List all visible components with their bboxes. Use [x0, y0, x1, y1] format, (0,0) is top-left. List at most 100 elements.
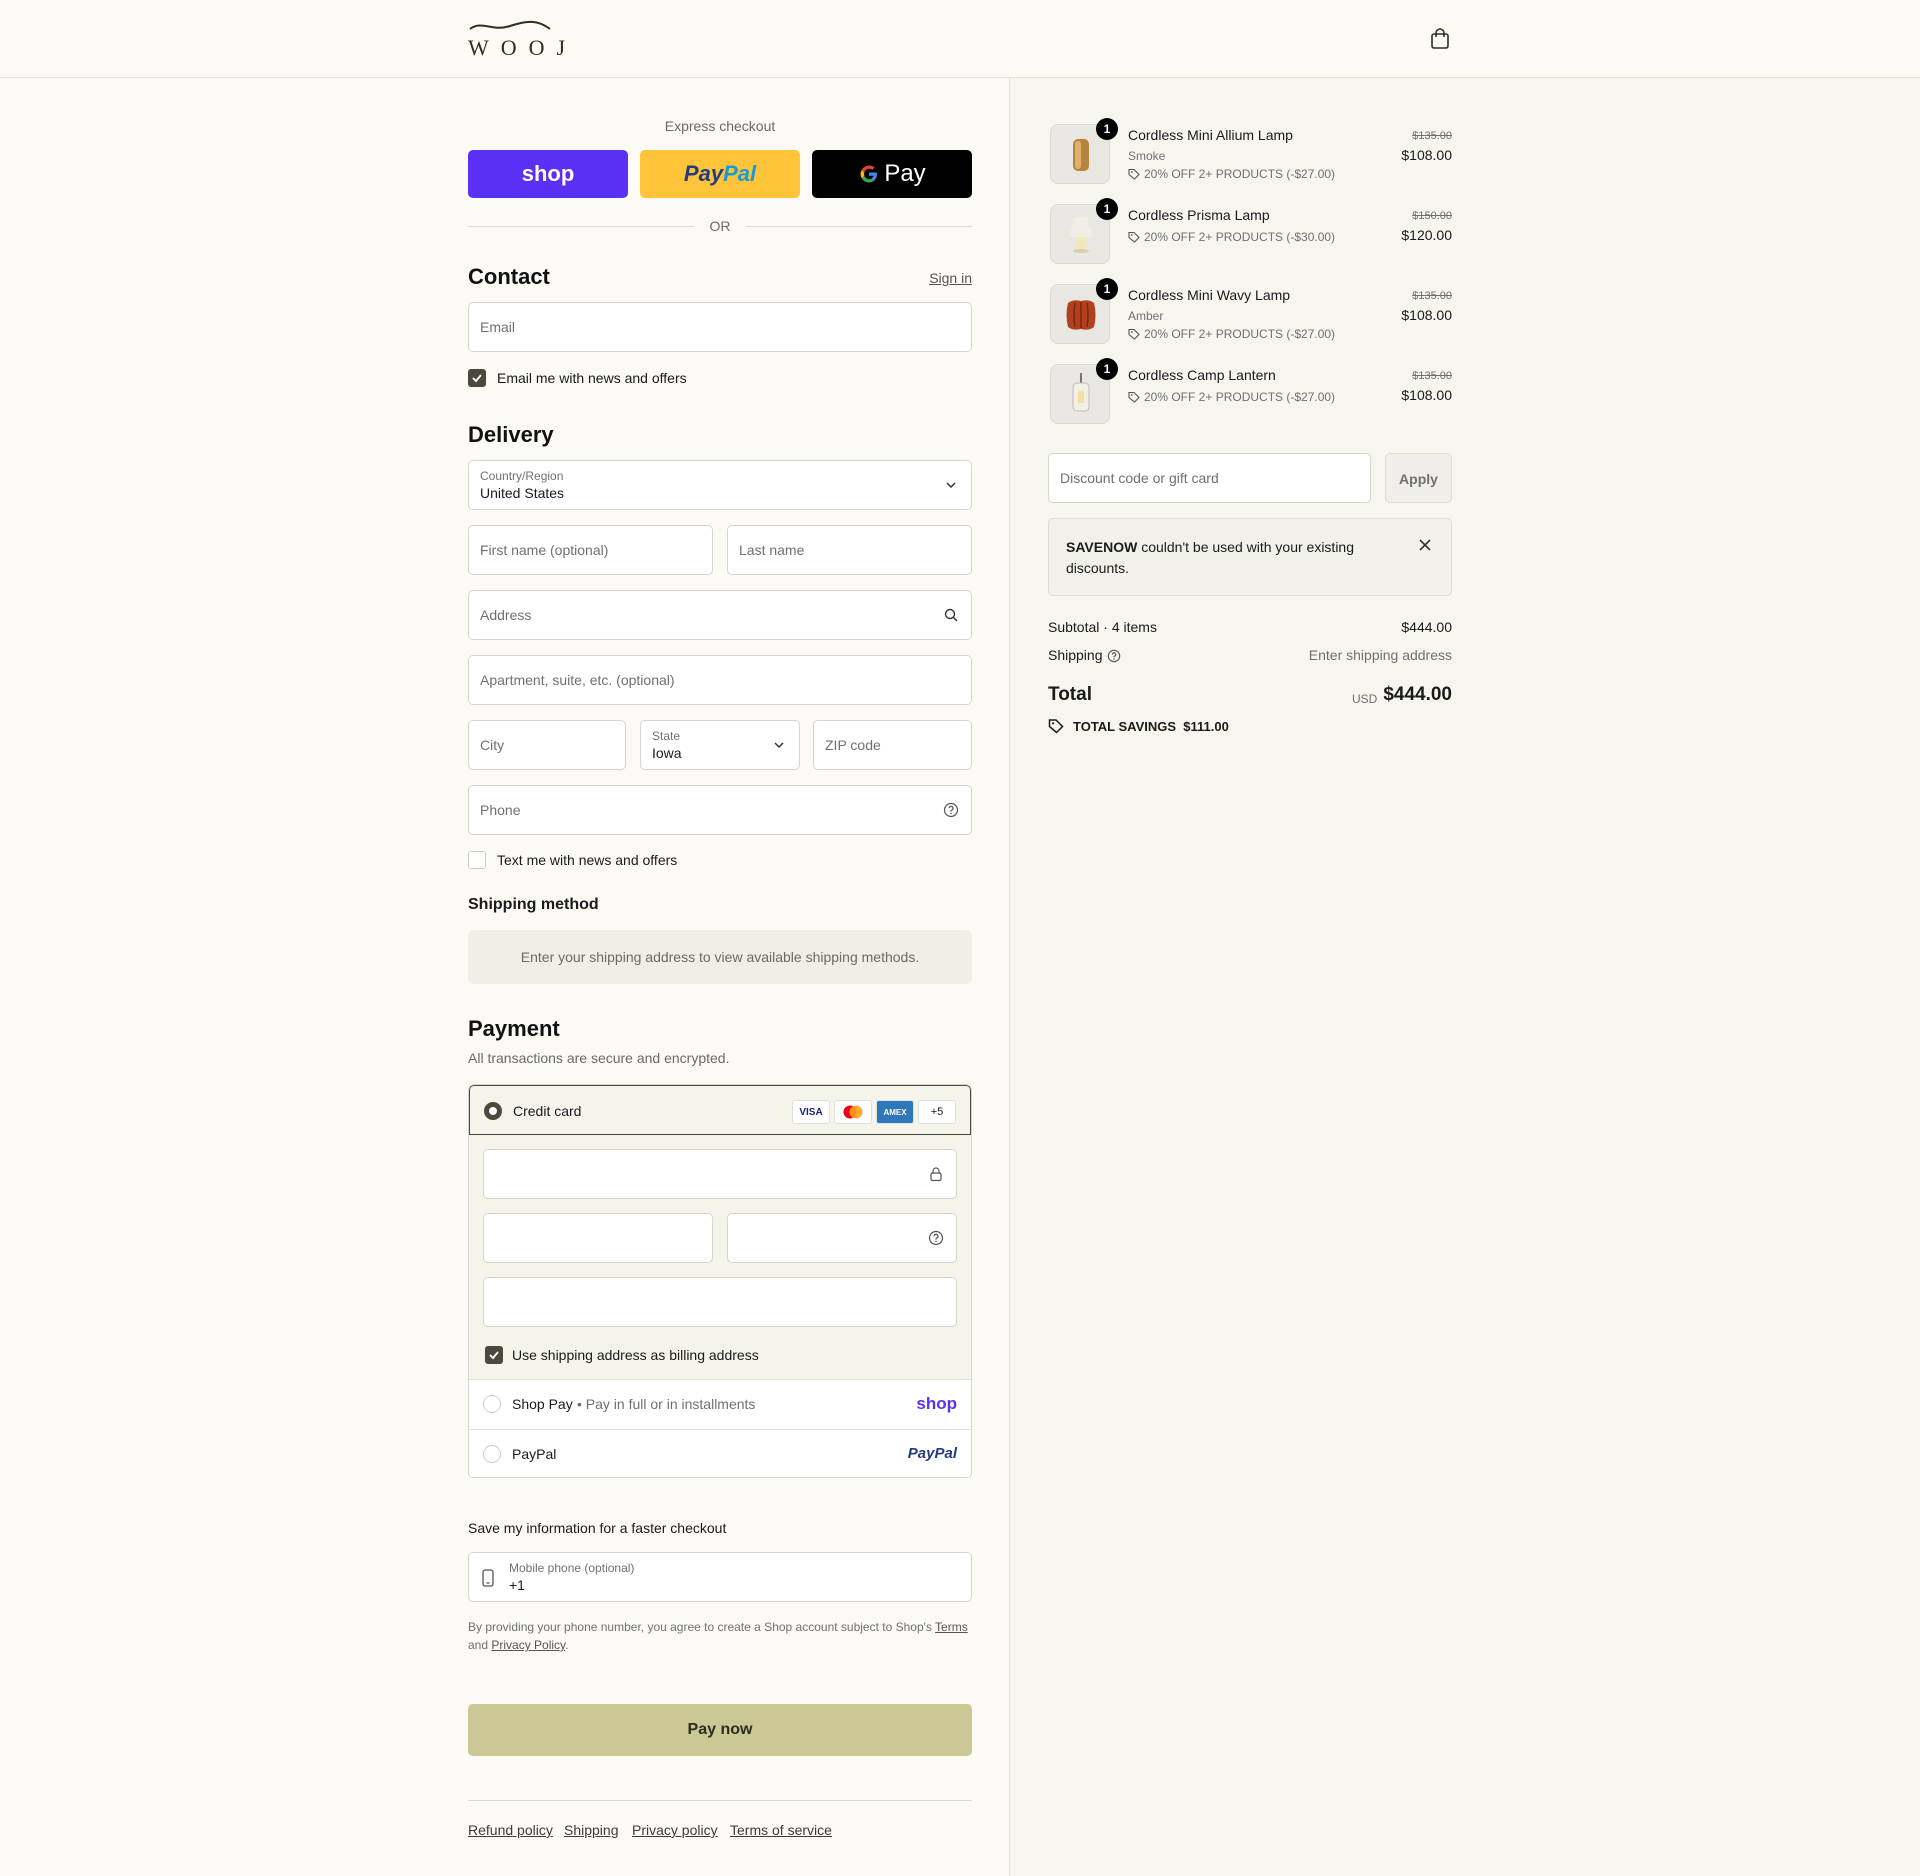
apartment-placeholder: Apartment, suite, etc. (optional) [480, 672, 675, 688]
item-old-price: $135.00 [1412, 130, 1452, 142]
phone-field[interactable]: Phone [468, 785, 972, 835]
item-discount: 20% OFF 2+ PRODUCTS (-$30.00) [1128, 230, 1335, 244]
item-discount-text: 20% OFF 2+ PRODUCTS (-$27.00) [1144, 167, 1336, 181]
first-name-placeholder: First name (optional) [480, 542, 609, 558]
state-value: Iowa [652, 745, 682, 761]
quantity-badge: 1 [1096, 118, 1118, 140]
city-field[interactable]: City [468, 720, 626, 770]
total-savings: TOTAL SAVINGS $111.00 [1073, 719, 1229, 734]
shop-pay-option[interactable]: Shop Pay • Pay in full or in installment… [469, 1379, 971, 1429]
help-circle-icon[interactable] [1107, 649, 1121, 663]
expiration-date-field[interactable] [483, 1213, 713, 1263]
item-discount: 20% OFF 2+ PRODUCTS (-$27.00) [1128, 390, 1335, 404]
credit-card-radio[interactable] [484, 1102, 502, 1120]
order-item: 1 Cordless Mini Allium Lamp Smoke 20% OF… [1048, 118, 1452, 194]
last-name-placeholder: Last name [739, 542, 805, 558]
email-news-checkbox[interactable] [468, 369, 486, 387]
shipping-link[interactable]: Shipping [564, 1822, 619, 1838]
help-circle-icon[interactable] [928, 1230, 944, 1246]
mobile-phone-field[interactable]: Mobile phone (optional) +1 [468, 1552, 972, 1602]
credit-card-label: Credit card [513, 1103, 582, 1119]
shipping-value: Enter shipping address [1308, 647, 1452, 663]
amex-icon: AMEX [876, 1100, 914, 1124]
more-cards-badge: +5 [918, 1100, 956, 1124]
total-label: Total [1048, 684, 1092, 705]
privacy-policy-link[interactable]: Privacy policy [632, 1822, 718, 1838]
pay-now-button[interactable]: Pay now [468, 1704, 972, 1756]
discount-placeholder: Discount code or gift card [1060, 470, 1219, 486]
country-select[interactable]: Country/Region United States [468, 460, 972, 510]
item-discount-text: 20% OFF 2+ PRODUCTS (-$27.00) [1144, 327, 1336, 341]
tag-icon [1128, 328, 1140, 340]
order-item: 1 Cordless Mini Wavy Lamp Amber 20% OFF … [1048, 278, 1452, 354]
currency-label: USD [1352, 692, 1378, 706]
payment-subtitle: All transactions are secure and encrypte… [468, 1050, 730, 1066]
brand-logo[interactable]: WOOJ [468, 18, 565, 60]
quantity-badge: 1 [1096, 358, 1118, 380]
zip-field[interactable]: ZIP code [813, 720, 972, 770]
first-name-field[interactable]: First name (optional) [468, 525, 713, 575]
last-name-field[interactable]: Last name [727, 525, 972, 575]
terms-link[interactable]: Terms [935, 1620, 968, 1634]
terms-text-block: By providing your phone number, you agre… [468, 1618, 972, 1654]
and-text: and [468, 1638, 489, 1652]
tag-icon [1128, 231, 1140, 243]
subtotal-value: $444.00 [1401, 619, 1452, 635]
terms-of-service-link[interactable]: Terms of service [730, 1822, 832, 1838]
email-field[interactable]: Email [468, 302, 972, 352]
billing-same-label: Use shipping address as billing address [512, 1347, 759, 1363]
mobile-phone-icon [482, 1569, 494, 1587]
sign-in-link[interactable]: Sign in [929, 270, 972, 286]
item-variant: Smoke [1128, 149, 1166, 163]
shop-label: shop [521, 161, 575, 186]
discount-notice: SAVENOW couldn't be used with your exist… [1048, 518, 1452, 596]
privacy-link[interactable]: Privacy Policy [491, 1638, 565, 1652]
item-price: $108.00 [1401, 387, 1452, 403]
item-old-price: $135.00 [1412, 290, 1452, 302]
period: . [565, 1638, 569, 1652]
item-price: $108.00 [1401, 147, 1452, 163]
close-icon[interactable] [1418, 538, 1432, 552]
checkmark-icon [472, 374, 482, 383]
item-name: Cordless Camp Lantern [1128, 367, 1276, 383]
shop-pay-sub-text: Pay in full or in installments [585, 1396, 756, 1412]
shop-pay-express-button[interactable]: shop [468, 150, 628, 198]
refund-policy-link[interactable]: Refund policy [468, 1822, 553, 1838]
name-on-card-field[interactable] [483, 1277, 957, 1327]
paypal-radio[interactable] [483, 1445, 501, 1463]
shop-pay-radio[interactable] [483, 1395, 501, 1413]
address-placeholder: Address [480, 607, 532, 623]
order-item: 1 Cordless Camp Lantern 20% OFF 2+ PRODU… [1048, 358, 1452, 434]
help-circle-icon[interactable] [943, 802, 959, 818]
state-select[interactable]: State Iowa [640, 720, 800, 770]
state-label: State [652, 729, 681, 743]
shop-pay-label: Shop Pay [512, 1396, 573, 1412]
credit-card-option[interactable]: Credit card VISA AMEX +5 [469, 1085, 971, 1135]
email-placeholder: Email [480, 319, 516, 335]
paypal-option[interactable]: PayPal PayPal [469, 1429, 971, 1477]
item-name: Cordless Mini Allium Lamp [1128, 127, 1293, 143]
address-field[interactable]: Address [468, 590, 972, 640]
savings-tag-icon [1048, 719, 1064, 734]
discount-code-field[interactable]: Discount code or gift card [1048, 453, 1371, 503]
shop-pay-sub: • Pay in full or in installments [577, 1396, 756, 1412]
paypal-express-button[interactable]: Pay Pal [640, 150, 800, 198]
apply-button[interactable]: Apply [1385, 453, 1452, 503]
apartment-field[interactable]: Apartment, suite, etc. (optional) [468, 655, 972, 705]
google-pay-express-button[interactable]: Pay [812, 150, 972, 198]
paypal-label: PayPal [512, 1446, 557, 1462]
header: WOOJ [0, 0, 1920, 78]
card-number-field[interactable] [483, 1149, 957, 1199]
country-value: United States [480, 485, 565, 501]
item-name: Cordless Prisma Lamp [1128, 207, 1270, 223]
credit-card-form: Use shipping address as billing address [469, 1135, 971, 1379]
phone-placeholder: Phone [480, 802, 521, 818]
text-news-checkbox[interactable] [468, 851, 486, 869]
billing-same-checkbox[interactable] [485, 1346, 503, 1364]
chevron-down-icon [774, 742, 784, 749]
shopping-bag-icon[interactable] [1430, 28, 1450, 50]
order-item: 1 Cordless Prisma Lamp 20% OFF 2+ PRODUC… [1048, 198, 1452, 274]
payment-methods: Credit card VISA AMEX +5 Use shipping ad… [468, 1084, 972, 1478]
security-code-field[interactable] [727, 1213, 957, 1263]
shipping-method-heading: Shipping method [468, 896, 599, 913]
